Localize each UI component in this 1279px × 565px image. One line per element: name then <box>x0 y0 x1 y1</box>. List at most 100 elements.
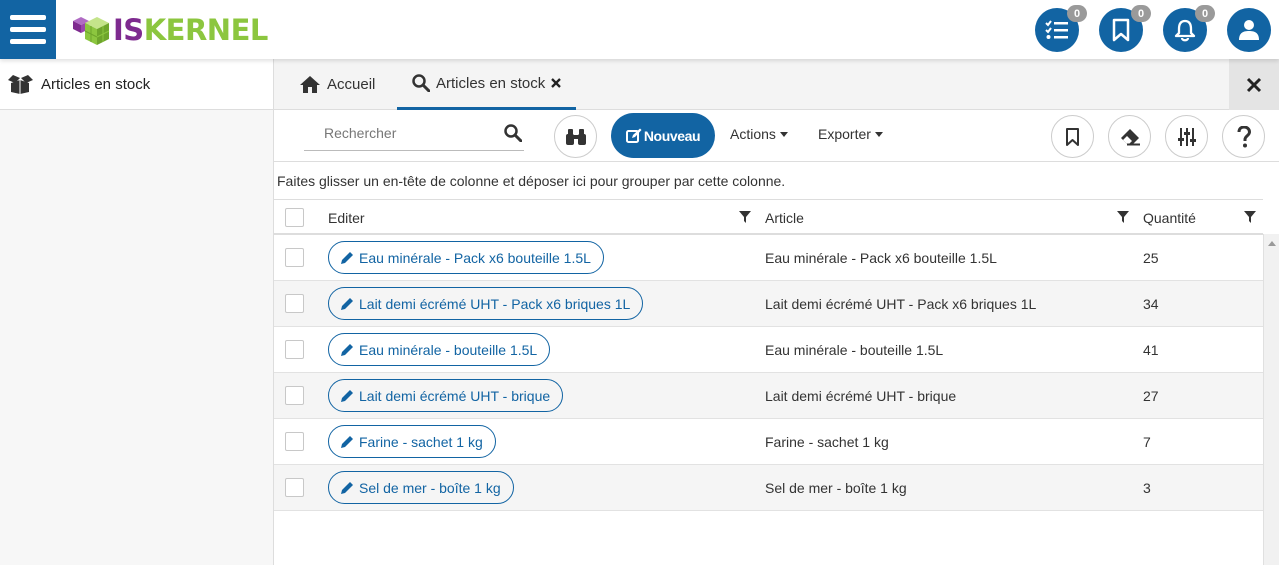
table-row[interactable]: Farine - sachet 1 kg Farine - sachet 1 k… <box>274 419 1263 465</box>
article-cell: Eau minérale - bouteille 1.5L <box>765 342 944 358</box>
close-tab-icon[interactable] <box>551 78 562 88</box>
edit-article-button[interactable]: Farine - sachet 1 kg <box>328 425 496 458</box>
search-input[interactable] <box>304 118 484 148</box>
table-row[interactable]: Lait demi écrémé UHT - Pack x6 briques 1… <box>274 281 1263 327</box>
table-row[interactable]: Eau minérale - Pack x6 bouteille 1.5L Ea… <box>274 235 1263 281</box>
quantity-cell: 25 <box>1143 250 1159 266</box>
article-cell: Farine - sachet 1 kg <box>765 434 889 450</box>
vertical-scrollbar[interactable] <box>1263 234 1279 565</box>
top-bar: ISKERNEL 0 0 0 <box>0 0 1279 59</box>
tab-accueil[interactable]: Accueil <box>299 59 375 110</box>
edit-article-button[interactable]: Lait demi écrémé UHT - Pack x6 briques 1… <box>328 287 644 320</box>
search-icon <box>412 74 430 92</box>
binoculars-icon <box>565 128 586 145</box>
edit-label: Farine - sachet 1 kg <box>359 433 483 450</box>
table-row[interactable]: Sel de mer - boîte 1 kg Sel de mer - boî… <box>274 465 1263 511</box>
article-cell: Sel de mer - boîte 1 kg <box>765 480 907 496</box>
pencil-icon <box>341 298 353 310</box>
edit-article-button[interactable]: Eau minérale - Pack x6 bouteille 1.5L <box>328 241 604 274</box>
quantity-cell: 27 <box>1143 388 1159 404</box>
table-row[interactable]: Lait demi écrémé UHT - brique Lait demi … <box>274 373 1263 419</box>
exporter-dropdown[interactable]: Exporter <box>818 126 883 142</box>
tab-label: Accueil <box>327 76 376 93</box>
row-checkbox[interactable] <box>285 386 304 405</box>
nouveau-button[interactable]: Nouveau <box>611 113 715 158</box>
tab-bar: Accueil Articles en stock <box>274 59 1279 110</box>
bookmarks-badge: 0 <box>1131 5 1151 22</box>
hamburger-line <box>10 39 46 44</box>
group-drop-hint: Faites glisser un en-tête de colonne et … <box>277 173 786 189</box>
edit-article-button[interactable]: Lait demi écrémé UHT - brique <box>328 379 564 412</box>
sidebar-item-label: Articles en stock <box>41 75 151 93</box>
logo-text-is: IS <box>113 13 144 47</box>
row-checkbox[interactable] <box>285 478 304 497</box>
logo-text-kernel: KERNEL <box>143 13 269 47</box>
edit-label: Eau minérale - Pack x6 bouteille 1.5L <box>359 249 591 266</box>
filter-icon[interactable] <box>1117 211 1129 223</box>
app-logo[interactable]: ISKERNEL <box>67 10 268 50</box>
tab-label: Articles en stock <box>436 74 546 92</box>
select-all-checkbox[interactable] <box>285 208 304 227</box>
nouveau-label: Nouveau <box>643 127 701 144</box>
exporter-label: Exporter <box>818 126 871 142</box>
edit-article-button[interactable]: Eau minérale - bouteille 1.5L <box>328 333 551 366</box>
row-checkbox[interactable] <box>285 294 304 313</box>
caret-down-icon <box>779 131 788 137</box>
tasks-icon <box>1045 20 1068 39</box>
help-button[interactable] <box>1222 115 1265 158</box>
edit-label: Sel de mer - boîte 1 kg <box>359 479 501 496</box>
sliders-icon <box>1177 127 1196 146</box>
hamburger-line <box>10 27 46 32</box>
row-checkbox[interactable] <box>285 432 304 451</box>
pencil-icon <box>341 252 353 264</box>
bookmark-icon <box>1112 18 1130 42</box>
article-cell: Eau minérale - Pack x6 bouteille 1.5L <box>765 250 997 266</box>
pencil-icon <box>341 344 353 356</box>
advanced-search-button[interactable] <box>554 115 597 158</box>
bookmark-icon <box>1066 127 1079 146</box>
sidebar: Articles en stock <box>0 59 274 565</box>
user-icon <box>1239 20 1259 40</box>
quantity-cell: 34 <box>1143 296 1159 312</box>
eraser-icon <box>1120 128 1140 145</box>
filter-icon[interactable] <box>739 211 751 223</box>
pencil-icon <box>341 436 353 448</box>
tasks-button[interactable]: 0 <box>1035 5 1087 52</box>
pencil-icon <box>341 390 353 402</box>
search-icon[interactable] <box>504 124 522 142</box>
notifications-button[interactable]: 0 <box>1163 5 1215 52</box>
article-cell: Lait demi écrémé UHT - Pack x6 briques 1… <box>765 296 1037 312</box>
tasks-badge: 0 <box>1067 5 1087 22</box>
quantity-cell: 3 <box>1143 480 1151 496</box>
sidebar-item-articles-en-stock[interactable]: Articles en stock <box>0 59 273 110</box>
bookmarks-button[interactable]: 0 <box>1099 5 1151 52</box>
grid-header: Editer Article Quantité <box>274 200 1263 235</box>
edit-label: Lait demi écrémé UHT - Pack x6 briques 1… <box>359 295 631 312</box>
close-icon <box>1246 77 1262 92</box>
row-checkbox[interactable] <box>285 340 304 359</box>
clear-filters-button[interactable] <box>1108 115 1151 158</box>
save-view-button[interactable] <box>1051 115 1094 158</box>
column-header-article[interactable]: Article <box>765 210 804 226</box>
edit-article-button[interactable]: Sel de mer - boîte 1 kg <box>328 471 514 504</box>
menu-toggle-button[interactable] <box>0 0 56 59</box>
notifications-badge: 0 <box>1195 5 1215 22</box>
scroll-up-icon[interactable] <box>1268 241 1276 246</box>
quantity-cell: 7 <box>1143 434 1151 450</box>
user-profile-button[interactable] <box>1227 8 1271 52</box>
column-header-editer[interactable]: Editer <box>328 210 365 226</box>
close-all-tabs-button[interactable] <box>1229 59 1279 110</box>
edit-square-icon <box>625 128 642 143</box>
actions-label: Actions <box>730 126 776 142</box>
column-settings-button[interactable] <box>1165 115 1208 158</box>
tab-articles-en-stock[interactable]: Articles en stock <box>397 59 577 110</box>
edit-label: Eau minérale - bouteille 1.5L <box>359 341 538 358</box>
pencil-icon <box>341 482 353 494</box>
question-icon <box>1237 125 1251 147</box>
column-header-quantite[interactable]: Quantité <box>1143 210 1196 226</box>
table-row[interactable]: Eau minérale - bouteille 1.5L Eau minéra… <box>274 327 1263 373</box>
filter-icon[interactable] <box>1244 211 1256 223</box>
actions-dropdown[interactable]: Actions <box>730 126 788 142</box>
edit-label: Lait demi écrémé UHT - brique <box>359 387 551 404</box>
row-checkbox[interactable] <box>285 248 304 267</box>
